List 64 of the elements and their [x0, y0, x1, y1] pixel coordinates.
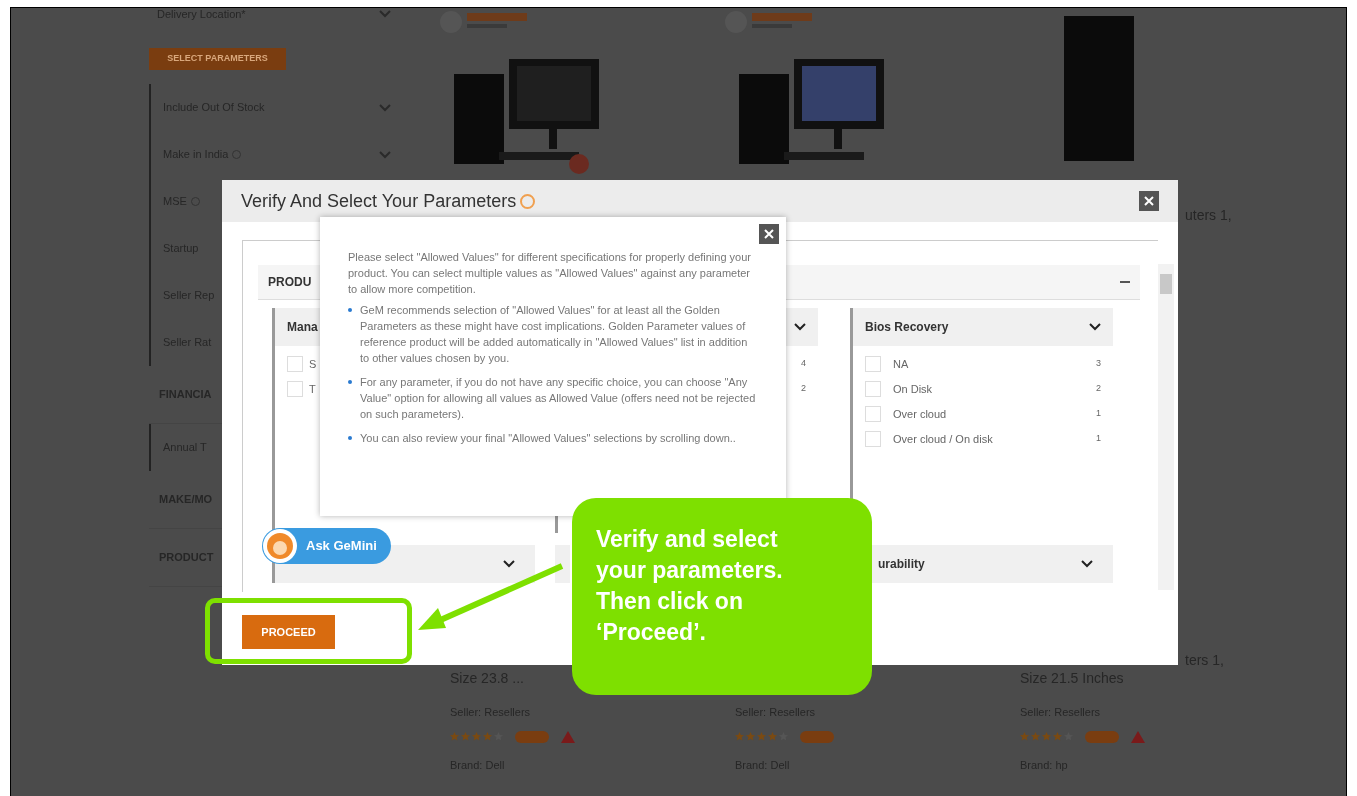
option-count: 2: [801, 382, 806, 396]
star-icon: [483, 732, 492, 741]
chevron-down-icon: [379, 103, 391, 112]
star-icon: [1020, 732, 1029, 741]
select-parameters-button[interactable]: SELECT PARAMETERS: [149, 48, 286, 70]
star-icon: [1042, 732, 1051, 741]
chevron-down-icon: [794, 323, 806, 331]
option-label: T: [309, 381, 316, 397]
popover-bullet-text: For any parameter, if you do not have any specific choice, you can choose "Any Value" option for allowing all values as Allowed Value (offers need not be rejected on such parameters).: [360, 375, 756, 422]
star-icon: [472, 732, 481, 741]
star-icon: [1053, 732, 1062, 741]
column-header: Mana: [287, 319, 318, 336]
dialog-title: Verify And Select Your Parameters: [241, 189, 517, 213]
chevron-down-icon: [503, 560, 515, 568]
option-count: 2: [1096, 382, 1101, 396]
close-button[interactable]: [1139, 191, 1159, 211]
option-label: On Disk: [893, 381, 933, 397]
callout-text: your parameters.: [596, 556, 784, 585]
callout-text: Verify and select: [596, 525, 779, 554]
checkbox[interactable]: [865, 356, 881, 372]
checkbox[interactable]: [865, 431, 881, 447]
chevron-down-icon: [379, 10, 391, 18]
info-icon: [520, 193, 536, 209]
popover-text: Please select "Allowed Values" for different specifications for properly defining your product. You can select multiple values as "Allowed Values" against any parameter to allow more competition.: [348, 250, 752, 297]
star-icon: [735, 732, 744, 741]
star-icon: [1031, 732, 1040, 741]
star-icon: [450, 732, 459, 741]
star-icon: [768, 732, 777, 741]
option-count: 1: [1096, 407, 1101, 421]
checkbox[interactable]: [865, 406, 881, 422]
close-icon: [1144, 196, 1154, 206]
chevron-down-icon: [1081, 560, 1093, 568]
callout-text: Then click on: [596, 587, 744, 616]
dropdown-header[interactable]: [555, 545, 570, 583]
chevron-down-icon: [1089, 323, 1101, 331]
close-icon: [764, 229, 774, 239]
star-icon: [746, 732, 755, 741]
bullet-icon: [348, 380, 352, 384]
proceed-button[interactable]: PROCEED: [242, 615, 335, 649]
option-count: 1: [1096, 432, 1101, 446]
option-label: Over cloud: [893, 406, 947, 422]
popover-bullet-text: You can also review your final "Allowed Values" selections by scrolling down..: [360, 431, 736, 446]
bullet-icon: [348, 436, 352, 440]
checkbox[interactable]: [287, 381, 303, 397]
checkbox[interactable]: [865, 381, 881, 397]
callout-text: ‘Proceed’.: [596, 618, 707, 647]
section-title: PRODU: [268, 274, 312, 291]
mascot-icon: [262, 528, 298, 564]
column-header: Bios Recovery: [865, 319, 949, 336]
option-count: 3: [1096, 357, 1101, 371]
popover-bullet-text: GeM recommends selection of "Allowed Values" for at least all the Golden Parameters as these might have cost implications. Golden Parameter values of reference product will be added automatically in "Allowed Values" list in addition to other values chosen by you.: [360, 303, 749, 366]
checkbox[interactable]: [287, 356, 303, 372]
assistant-label: Ask GeMini: [306, 537, 377, 556]
bullet-icon: [348, 308, 352, 312]
star-icon: [461, 732, 470, 741]
assistant-badge[interactable]: Ask GeMini: [262, 528, 391, 564]
chevron-down-icon: [379, 150, 391, 159]
option-label: Over cloud / On disk: [893, 431, 993, 447]
option-label: NA: [893, 356, 909, 372]
close-button[interactable]: [759, 224, 779, 244]
option-count: 4: [801, 357, 806, 371]
column-header: urability: [878, 556, 925, 573]
option-label: S: [309, 356, 317, 372]
star-icon: [757, 732, 766, 741]
